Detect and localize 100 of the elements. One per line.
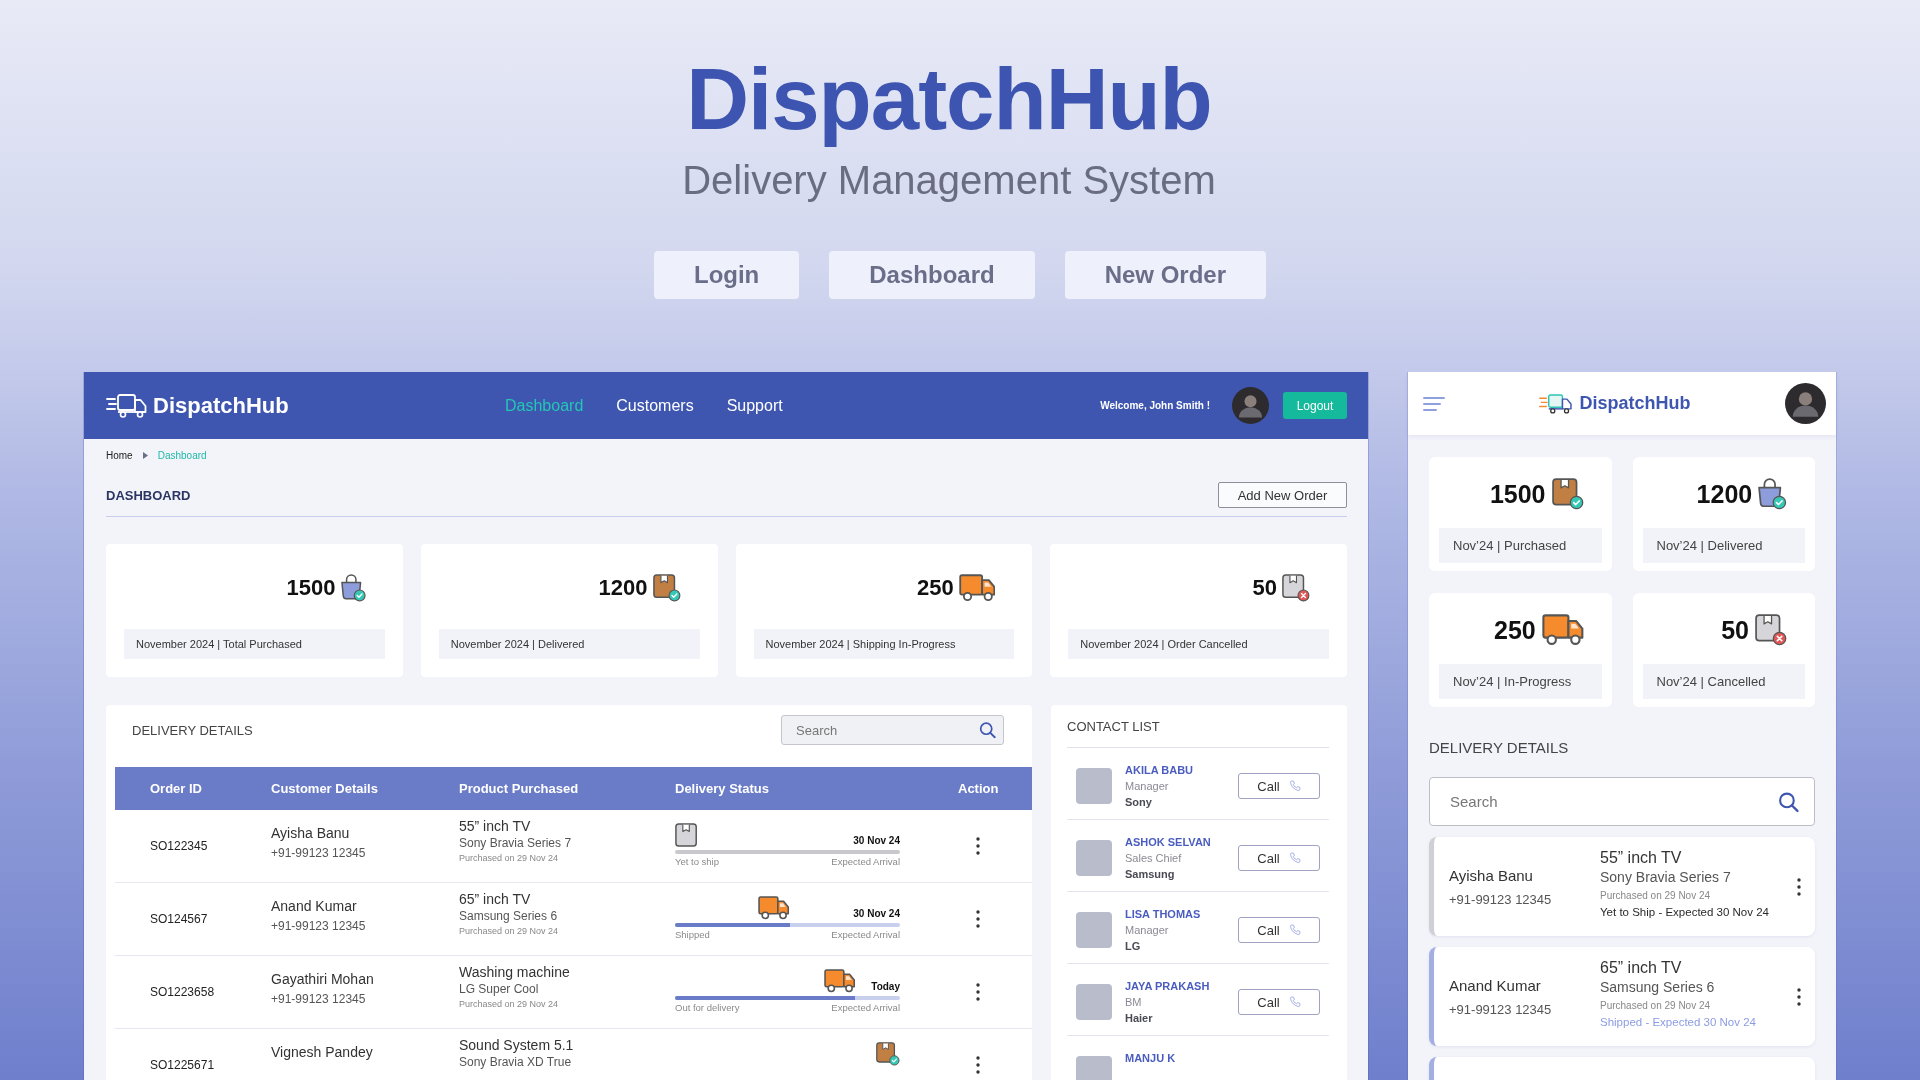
call-button[interactable]: Call <box>1238 845 1320 872</box>
truck-logo-icon <box>1539 393 1574 414</box>
parcel-cross-icon <box>1282 574 1310 603</box>
nav-link[interactable]: Customers <box>616 396 694 415</box>
stat-value: 1200 <box>1696 479 1753 509</box>
contact-name: LISA THOMAS <box>1125 907 1201 923</box>
kebab-menu-icon[interactable] <box>1797 877 1801 896</box>
order-id: SO1223658 <box>150 985 215 1000</box>
search-icon[interactable] <box>1778 791 1799 813</box>
stat-label: Nov’24 | Cancelled <box>1642 664 1805 700</box>
brand-name: DispatchHub <box>1579 393 1691 415</box>
stat-label: November 2024 | Order Cancelled <box>1068 629 1329 660</box>
customer-phone: +91-99123 12345 <box>1449 890 1552 908</box>
customer-name: Anand Kumar <box>1449 975 1541 995</box>
truck-icon <box>958 574 996 603</box>
nav-link[interactable]: Support <box>726 396 783 415</box>
purchase-date: Purchased on 29 Nov 24 <box>1600 999 1711 1013</box>
arrival-label: Expected Arrival <box>831 1002 900 1015</box>
app-subtitle: Delivery Management System <box>682 157 1216 205</box>
stat-value: 50 <box>1721 615 1749 645</box>
section-title: DELIVERY DETAILS <box>1429 739 1570 758</box>
delivery-date: 30 Nov 24 <box>853 835 900 848</box>
phone-icon <box>1288 996 1301 1009</box>
hero-nav-button[interactable]: Login <box>653 251 800 300</box>
user-avatar <box>1232 387 1269 425</box>
truck-logo-icon <box>106 393 148 418</box>
contact-name: ASHOK SELVAN <box>1125 835 1211 851</box>
order-card[interactable]: Anand Kumar +91-99123 12345 65” inch TV Samsung Series 6 Purchased on 29 Nov 24 Shipped - Expected 30 Nov 24 <box>1429 947 1815 1047</box>
stat-value: 1500 <box>1489 479 1546 509</box>
photo-placeholder <box>1076 984 1112 1021</box>
section-title: CONTACT LIST <box>1067 719 1161 736</box>
truck-icon <box>758 896 790 921</box>
add-order-button[interactable]: Add New Order <box>1218 482 1347 509</box>
column-header: Product Purchased <box>459 781 579 797</box>
stat-value: 250 <box>1494 615 1536 645</box>
hero-nav-button[interactable]: Dashboard <box>829 251 1035 300</box>
purchase-date: Purchased on 29 Nov 24 <box>459 852 559 865</box>
product-name: 55” inch TV <box>1600 848 1682 869</box>
customer-name: Anand Kumar <box>271 897 357 916</box>
order-id: SO124567 <box>150 912 208 927</box>
customer-phone: +91-99123 12345 <box>1449 1000 1552 1018</box>
kebab-menu-icon[interactable] <box>976 1056 980 1075</box>
stat-value: 1500 <box>286 575 336 602</box>
parcel-check-icon <box>876 1042 900 1067</box>
stat-label: November 2024 | Shipping In-Progress <box>753 629 1015 660</box>
breadcrumb-link[interactable]: Home <box>106 449 133 463</box>
column-header: Customer Details <box>271 781 378 797</box>
call-button[interactable]: Call <box>1238 773 1320 800</box>
delivery-date: Today <box>871 981 900 994</box>
parcel-icon <box>675 823 698 848</box>
status-label: Yet to ship <box>675 856 720 869</box>
stat-label: Nov’24 | In-Progress <box>1439 664 1602 700</box>
product-name: 65” inch TV <box>1600 958 1682 979</box>
purchase-date: Purchased on 29 Nov 24 <box>459 925 559 938</box>
phone-icon <box>1288 852 1301 865</box>
photo-placeholder <box>1076 912 1112 949</box>
order-id: SO1225671 <box>150 1058 215 1073</box>
contact-company: Samsung <box>1125 867 1175 883</box>
shopping-bag-icon <box>1758 478 1787 511</box>
contact-name: JAYA PRAKASH <box>1125 979 1210 995</box>
customer-name: Gayathiri Mohan <box>271 970 374 989</box>
kebab-menu-icon[interactable] <box>1797 987 1801 1006</box>
status-label: Shipped - Expected 30 Nov 24 <box>1600 1015 1756 1031</box>
stat-label: Nov’24 | Purchased <box>1439 528 1602 564</box>
order-card[interactable]: Ayisha Banu +91-99123 12345 55” inch TV Sony Bravia Series 7 Purchased on 29 Nov 24 Yet to Ship - Expected 30 Nov 24 <box>1429 837 1815 937</box>
stat-label: Nov’24 | Delivered <box>1642 528 1805 564</box>
delivery-date: 30 Nov 24 <box>853 908 900 921</box>
section-title: DELIVERY DETAILS <box>132 722 253 738</box>
contact-company: Haier <box>1125 1011 1153 1027</box>
column-header: Action <box>958 781 999 797</box>
status-label: Yet to Ship - Expected 30 Nov 24 <box>1600 905 1769 921</box>
hero-nav-button[interactable]: New Order <box>1064 251 1266 300</box>
stat-value: 1200 <box>598 575 648 602</box>
product-model: Samsung Series 6 <box>1600 978 1715 997</box>
status-label: Shipped <box>675 929 710 942</box>
search-field[interactable]: Search <box>781 715 1004 746</box>
product-name: 65” inch TV <box>459 891 531 909</box>
call-button[interactable]: Call <box>1238 989 1320 1016</box>
status-label: Out for delivery <box>675 1002 740 1015</box>
arrival-label: Expected Arrival <box>831 856 900 869</box>
contact-role: Sales Chief <box>1125 851 1182 867</box>
photo-placeholder <box>1076 768 1112 805</box>
contact-role: Manager <box>1125 779 1169 795</box>
contact-company: LG <box>1125 939 1141 955</box>
product-model: Sony Bravia XD True <box>459 1054 572 1071</box>
contact-role: Manager <box>1125 923 1169 939</box>
customer-phone: +91-99123 12345 <box>271 992 366 1008</box>
search-icon[interactable] <box>979 721 996 739</box>
product-name: 55” inch TV <box>459 818 531 836</box>
search-field[interactable]: Search <box>1429 777 1815 827</box>
stat-label: November 2024 | Delivered <box>438 629 700 660</box>
kebab-menu-icon[interactable] <box>976 983 980 1002</box>
kebab-menu-icon[interactable] <box>976 910 980 929</box>
phone-icon <box>1288 924 1301 937</box>
parcel-check-icon <box>652 574 681 603</box>
call-button[interactable]: Call <box>1238 917 1320 944</box>
kebab-menu-icon[interactable] <box>976 837 980 856</box>
customer-name: Ayisha Banu <box>1449 865 1533 885</box>
customer-phone: +91-99123 12345 <box>271 846 366 862</box>
phone-icon <box>1288 780 1301 793</box>
